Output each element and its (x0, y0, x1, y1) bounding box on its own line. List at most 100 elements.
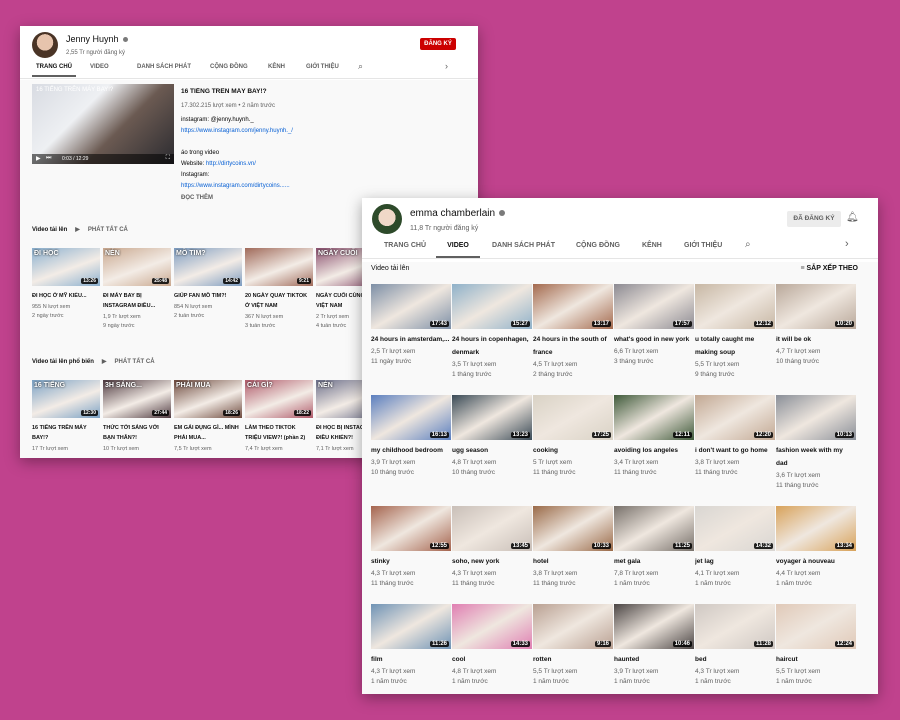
tab-community[interactable]: CỘNG ĐỒNG (576, 242, 620, 249)
video-thumbnail[interactable]: 16:13 (371, 395, 451, 440)
play-icon[interactable]: ▶ (36, 155, 41, 162)
video-title[interactable]: ĐI HỌC Ở MỸ KIỂU... (32, 291, 100, 301)
video-title[interactable]: cooking (533, 444, 613, 457)
video-card[interactable]: 10:13 fashion week with my dad 3,6 Tr lượt… (776, 395, 856, 489)
chevron-right-icon[interactable]: › (445, 61, 448, 71)
video-card[interactable]: 15:27 24 hours in copenhagen, denmark 3,5 … (452, 284, 532, 378)
video-thumbnail[interactable]: 11:26 (371, 604, 451, 649)
video-title[interactable]: stinky (371, 555, 451, 568)
video-title[interactable]: LÀM THEO TIKTOK TRIỆU VIEW?! (phần 2) (245, 423, 313, 443)
video-thumbnail[interactable]: 13:17 (533, 284, 613, 329)
video-card[interactable]: 14:33 cool 4,8 Tr lượt xem 1 năm trước (452, 604, 532, 685)
tab-videos[interactable]: VIDEO (90, 64, 109, 70)
video-card[interactable]: 3H SÁNG... 27:44 THỨC TỚI SÁNG VỚI BẠN THÂ… (103, 380, 171, 452)
bell-icon[interactable]: 🔔︎ (846, 212, 859, 223)
video-title[interactable]: hotel (533, 555, 613, 568)
video-card[interactable]: 13:45 soho, new york 4,3 Tr lượt xem 11 thá… (452, 506, 532, 587)
video-card[interactable]: 16:13 my childhood bedroom 3,9 Tr lượt xem… (371, 395, 451, 476)
subscribe-button[interactable]: ĐĂNG KÝ (420, 38, 456, 50)
tab-playlists[interactable]: DANH SÁCH PHÁT (137, 64, 191, 70)
video-title[interactable]: GIÚP FAN MỒ TIM?! (174, 291, 242, 301)
tab-about[interactable]: GIỚI THIỆU (306, 64, 339, 70)
video-title[interactable]: ugg season (452, 444, 532, 457)
video-thumbnail[interactable]: 9:16 (533, 604, 613, 649)
video-title[interactable]: u totally caught me making soup (695, 333, 775, 359)
video-title[interactable]: haunted (614, 653, 694, 666)
video-card[interactable]: 13:34 voyager à nouveau 4,4 Tr lượt xem 1 n… (776, 506, 856, 587)
video-title[interactable]: fashion week with my dad (776, 444, 856, 470)
video-card[interactable]: 10:46 haunted 3,9 Tr lượt xem 1 năm trước (614, 604, 694, 685)
video-thumbnail[interactable]: 10:33 (533, 506, 613, 551)
video-title[interactable]: THỨC TỚI SÁNG VỚI BẠN THÂN?! (103, 423, 171, 443)
search-icon[interactable]: ⌕ (745, 239, 751, 250)
video-thumbnail[interactable]: PHẢI MUA 18:26 (174, 380, 242, 418)
chevron-right-icon[interactable]: › (845, 238, 849, 250)
video-card[interactable]: 12:24 haircut 5,5 Tr lượt xem 1 năm trước (776, 604, 856, 685)
video-card[interactable]: 16 TIẾNG 12:30 16 TIẾNG TRÊN MÁY BAY!? 17 T… (32, 380, 100, 452)
video-title[interactable]: rotten (533, 653, 613, 666)
video-title[interactable]: jet lag (695, 555, 775, 568)
video-card[interactable]: 12:11 avoiding los angeles 3,4 Tr lượt xem… (614, 395, 694, 476)
video-thumbnail[interactable]: 12:24 (776, 604, 856, 649)
video-thumbnail[interactable]: 12:11 (614, 395, 694, 440)
video-card[interactable]: 13:17 24 hours in the south of france 4,5 … (533, 284, 613, 378)
video-card[interactable]: 12:20 i don't want to go home 3,8 Tr lượt … (695, 395, 775, 476)
video-card[interactable]: 17:57 what's good in new york 6,6 Tr lượt … (614, 284, 694, 365)
tab-playlists[interactable]: DANH SÁCH PHÁT (492, 242, 555, 249)
video-card[interactable]: MỒ TIM? 14:42 GIÚP FAN MỒ TIM?! 854 N lượt … (174, 248, 242, 319)
video-card[interactable]: 11:25 met gala 7,8 Tr lượt xem 1 năm trước (614, 506, 694, 587)
video-thumbnail[interactable]: 13:23 (452, 395, 532, 440)
video-title[interactable]: my childhood bedroom (371, 444, 451, 457)
video-thumbnail[interactable]: 12:20 (695, 395, 775, 440)
video-thumbnail[interactable]: 15:27 (452, 284, 532, 329)
tab-home[interactable]: TRANG CHỦ (32, 64, 76, 77)
featured-video-player[interactable]: 16 TIẾNG TRÊN MÁY BAY!? ▶ ⏭ 0:03 / 12:29… (32, 84, 174, 164)
video-card[interactable]: CÁI GÌ? 18:22 LÀM THEO TIKTOK TRIỆU VIEW?!… (245, 380, 313, 452)
video-thumbnail[interactable]: MỒ TIM? 14:42 (174, 248, 242, 286)
video-thumbnail[interactable]: 13:45 (452, 506, 532, 551)
video-card[interactable]: 14:32 jet lag 4,1 Tr lượt xem 1 năm trước (695, 506, 775, 587)
video-card[interactable]: PHẢI MUA 18:26 EM GÁI ĐỤNG GÌ... MÌNH PHẢI… (174, 380, 242, 452)
video-card[interactable]: 10:20 it will be ok 4,7 Tr lượt xem 10 thán… (776, 284, 856, 365)
tab-about[interactable]: GIỚI THIỆU (684, 242, 722, 249)
video-thumbnail[interactable]: CÁI GÌ? 18:22 (245, 380, 313, 418)
video-title[interactable]: avoiding los angeles (614, 444, 694, 457)
video-thumbnail[interactable]: ĐI HỌC 13:26 (32, 248, 100, 286)
video-title[interactable]: cool (452, 653, 532, 666)
featured-title[interactable]: 16 TIẾNG TRÊN MÁY BAY!? (181, 88, 471, 95)
video-card[interactable]: NÉN 25:48 ĐI MÁY BAY BỊ INSTAGRAM ĐIỀU... 1… (103, 248, 171, 329)
video-thumbnail[interactable]: 17:25 (533, 395, 613, 440)
video-thumbnail[interactable]: 10:13 (776, 395, 856, 440)
video-title[interactable]: 16 TIẾNG TRÊN MÁY BAY!? (32, 423, 100, 443)
video-title[interactable]: ĐI MÁY BAY BỊ INSTAGRAM ĐIỀU... (103, 291, 171, 311)
video-title[interactable]: EM GÁI ĐỤNG GÌ... MÌNH PHẢI MUA... (174, 423, 242, 443)
video-thumbnail[interactable]: 14:32 (695, 506, 775, 551)
video-title[interactable]: i don't want to go home (695, 444, 775, 457)
search-icon[interactable]: ⌕ (358, 61, 363, 72)
video-card[interactable]: 17:25 cooking 5 Tr lượt xem 11 tháng trước (533, 395, 613, 476)
video-title[interactable]: soho, new york (452, 555, 532, 568)
featured-link-website[interactable]: http://dirtycoins.vn/ (206, 161, 256, 167)
video-card[interactable]: 12:12 u totally caught me making soup 5,5 … (695, 284, 775, 378)
video-title[interactable]: haircut (776, 653, 856, 666)
video-card[interactable]: 11:28 bed 4,3 Tr lượt xem 1 năm trước (695, 604, 775, 685)
channel-avatar[interactable] (32, 32, 58, 58)
subscribed-button[interactable]: ĐÃ ĐĂNG KÝ (787, 211, 841, 227)
video-thumbnail[interactable]: 16 TIẾNG 12:30 (32, 380, 100, 418)
video-title[interactable]: film (371, 653, 451, 666)
tab-channels[interactable]: KÊNH (642, 242, 662, 249)
video-card[interactable]: 10:33 hotel 3,8 Tr lượt xem 11 tháng trước (533, 506, 613, 587)
video-title[interactable]: voyager à nouveau (776, 555, 856, 568)
video-card[interactable]: ĐI HỌC 13:26 ĐI HỌC Ở MỸ KIỂU... 955 N lượt… (32, 248, 100, 319)
video-card[interactable]: 11:26 film 4,3 Tr lượt xem 1 năm trước (371, 604, 451, 685)
fullscreen-icon[interactable]: ⛶ (166, 155, 170, 162)
video-card[interactable]: 9:16 rotten 5,5 Tr lượt xem 1 năm trước (533, 604, 613, 685)
video-card[interactable]: 12:55 stinky 4,3 Tr lượt xem 11 tháng trước (371, 506, 451, 587)
video-thumbnail[interactable]: 12:12 (695, 284, 775, 329)
sort-button[interactable]: ≡ SẮP XẾP THEO (800, 265, 858, 272)
video-title[interactable]: 24 hours in amsterdam,... (371, 333, 451, 346)
video-title[interactable]: 24 hours in the south of france (533, 333, 613, 359)
video-title[interactable]: what's good in new york (614, 333, 694, 346)
next-icon[interactable]: ⏭ (46, 155, 51, 162)
video-thumbnail[interactable]: 17:57 (614, 284, 694, 329)
